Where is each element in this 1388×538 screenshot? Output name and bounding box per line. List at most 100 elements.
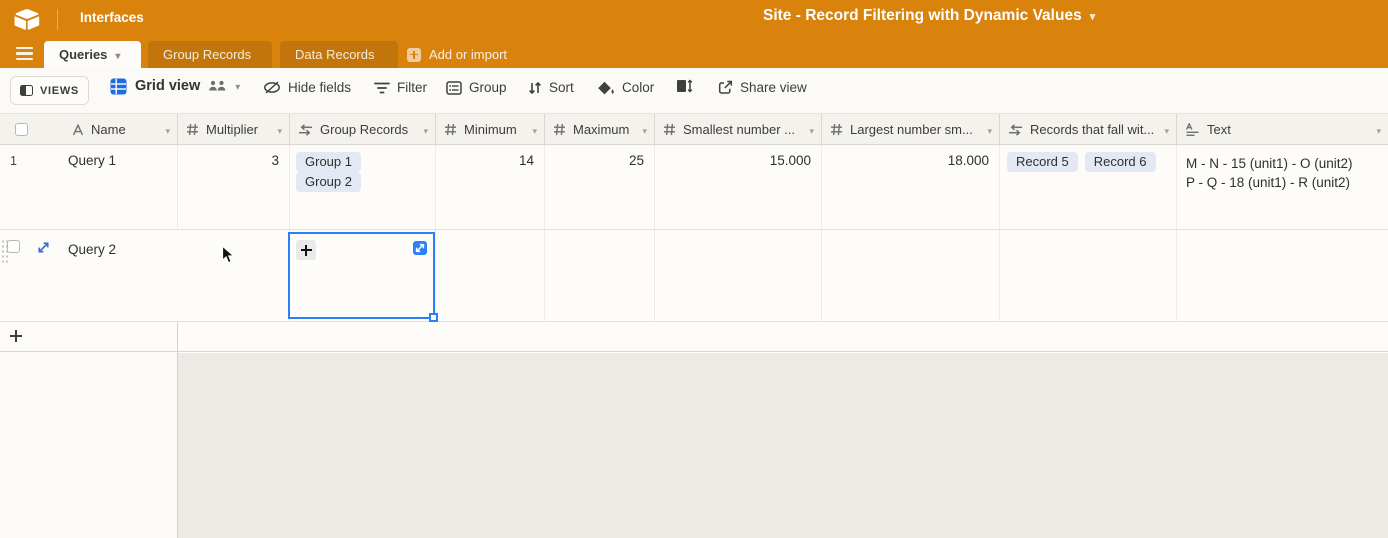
expand-record-icon[interactable]: [37, 241, 50, 254]
add-or-import-button[interactable]: Add or import: [407, 41, 507, 68]
plus-icon: [9, 327, 25, 345]
cell-r1-largest[interactable]: 18.000: [822, 145, 1000, 229]
column-label: Text: [1207, 122, 1231, 137]
column-label: Multiplier: [206, 122, 258, 137]
linked-record-pill[interactable]: Group 1: [296, 152, 361, 172]
frozen-column-divider: [177, 322, 178, 538]
expand-cell-button[interactable]: [413, 241, 427, 255]
group-button[interactable]: Group: [446, 80, 507, 95]
topbar-divider: [57, 9, 58, 30]
column-header-maximum[interactable]: Maximum: [545, 114, 655, 145]
linked-record-pill[interactable]: Record 6: [1085, 152, 1156, 172]
long-text-field-icon: [1185, 123, 1200, 137]
linked-record-pill[interactable]: Record 5: [1007, 152, 1078, 172]
chevron-down-icon[interactable]: [235, 77, 240, 95]
cell-r1-text[interactable]: M - N - 15 (unit1) - O (unit2) P - Q - 1…: [1177, 145, 1388, 229]
cell-r2-text[interactable]: [1177, 230, 1388, 321]
page-title[interactable]: Site - Record Filtering with Dynamic Val…: [763, 7, 1095, 25]
column-header-text[interactable]: Text: [1177, 114, 1388, 145]
chevron-down-icon[interactable]: [809, 122, 814, 137]
column-header-name[interactable]: Name: [66, 114, 178, 145]
column-label: Name: [91, 122, 126, 137]
chevron-down-icon[interactable]: [1164, 122, 1169, 137]
column-label: Largest number sm...: [850, 122, 973, 137]
cell-r1-records-within[interactable]: Record 5 Record 6: [1000, 145, 1177, 229]
chevron-down-icon[interactable]: [1376, 122, 1381, 137]
color-button[interactable]: Color: [598, 80, 654, 95]
tab-group-records[interactable]: Group Records: [148, 41, 272, 68]
sidebar-icon: [20, 85, 33, 96]
hide-fields-icon: [263, 81, 281, 94]
chevron-down-icon[interactable]: [642, 122, 647, 137]
column-header-records-that-fall[interactable]: Records that fall wit...: [1000, 114, 1177, 145]
cell-r1-group-records[interactable]: Group 1Group 2: [290, 145, 436, 229]
column-header-multiplier[interactable]: Multiplier: [178, 114, 290, 145]
cell-r2-minimum[interactable]: [436, 230, 545, 321]
grid-view-switcher[interactable]: Grid view: [110, 77, 240, 95]
mouse-cursor: [221, 245, 236, 266]
topbar: Interfaces Site - Record Filtering with …: [0, 0, 1388, 39]
plus-icon: [407, 48, 421, 62]
grid-background: [0, 353, 1388, 538]
number-field-icon: [553, 123, 566, 136]
fill-handle[interactable]: [429, 313, 438, 322]
linked-record-pill[interactable]: Group 2: [296, 172, 361, 192]
interfaces-label[interactable]: Interfaces: [80, 10, 144, 25]
chevron-down-icon[interactable]: [423, 122, 428, 137]
cell-r2-smallest[interactable]: [655, 230, 822, 321]
chevron-down-icon[interactable]: [987, 122, 992, 137]
filter-button[interactable]: Filter: [374, 80, 427, 95]
airtable-logo-icon[interactable]: [13, 8, 41, 31]
tab-label: Group Records: [163, 47, 251, 62]
cell-r2-records-within[interactable]: [1000, 230, 1177, 321]
cell-r1-smallest[interactable]: 15.000: [655, 145, 822, 229]
tab-queries[interactable]: Queries: [44, 41, 141, 68]
cell-r1-name[interactable]: Query 1: [66, 145, 178, 229]
text-line: P - Q - 18 (unit1) - R (unit2): [1186, 173, 1388, 192]
page-title-text: Site - Record Filtering with Dynamic Val…: [763, 7, 1082, 25]
chevron-down-icon[interactable]: [277, 122, 282, 137]
cell-r2-largest[interactable]: [822, 230, 1000, 321]
add-row-button[interactable]: [0, 322, 1388, 352]
cell-r1-multiplier[interactable]: 3: [178, 145, 290, 229]
number-field-icon: [444, 123, 457, 136]
selected-cell-editor[interactable]: [288, 232, 435, 319]
chevron-down-icon[interactable]: [165, 122, 170, 137]
color-icon: [598, 81, 615, 95]
chevron-down-icon[interactable]: [115, 47, 120, 62]
hide-fields-label: Hide fields: [288, 80, 351, 95]
sort-button[interactable]: Sort: [528, 80, 574, 95]
column-header-group-records[interactable]: Group Records: [290, 114, 436, 145]
add-linked-record-button[interactable]: [296, 240, 316, 260]
views-label: VIEWS: [40, 85, 79, 97]
number-field-icon: [663, 123, 676, 136]
cell-r2-multiplier[interactable]: [178, 230, 290, 321]
cell-r1-maximum[interactable]: 25: [545, 145, 655, 229]
column-header-minimum[interactable]: Minimum: [436, 114, 545, 145]
tab-label: Queries: [59, 47, 107, 62]
add-or-import-label: Add or import: [429, 47, 507, 62]
share-view-button[interactable]: Share view: [718, 80, 807, 95]
tabbar: Queries Group Records Data Records Add o…: [0, 39, 1388, 68]
sort-label: Sort: [549, 80, 574, 95]
chevron-down-icon[interactable]: [532, 122, 537, 137]
views-button[interactable]: VIEWS: [10, 76, 89, 105]
row-height-button[interactable]: [676, 79, 693, 93]
column-label: Group Records: [320, 122, 408, 137]
cell-r2-name[interactable]: Query 2: [68, 242, 116, 257]
cell-r2-maximum[interactable]: [545, 230, 655, 321]
row-number[interactable]: 1: [0, 145, 66, 168]
select-all-cell[interactable]: [0, 114, 66, 145]
select-all-checkbox[interactable]: [15, 123, 28, 136]
filter-label: Filter: [397, 80, 427, 95]
hide-fields-button[interactable]: Hide fields: [263, 80, 351, 95]
tab-data-records[interactable]: Data Records: [280, 41, 398, 68]
group-label: Group: [469, 80, 507, 95]
column-header-largest-number[interactable]: Largest number sm...: [822, 114, 1000, 145]
menu-icon[interactable]: [16, 47, 33, 60]
cell-r1-minimum[interactable]: 14: [436, 145, 545, 229]
grid-header-row: Name Multiplier Group Records: [0, 113, 1388, 145]
row-checkbox[interactable]: [7, 240, 20, 253]
sort-icon: [528, 81, 542, 95]
column-header-smallest-number[interactable]: Smallest number ...: [655, 114, 822, 145]
